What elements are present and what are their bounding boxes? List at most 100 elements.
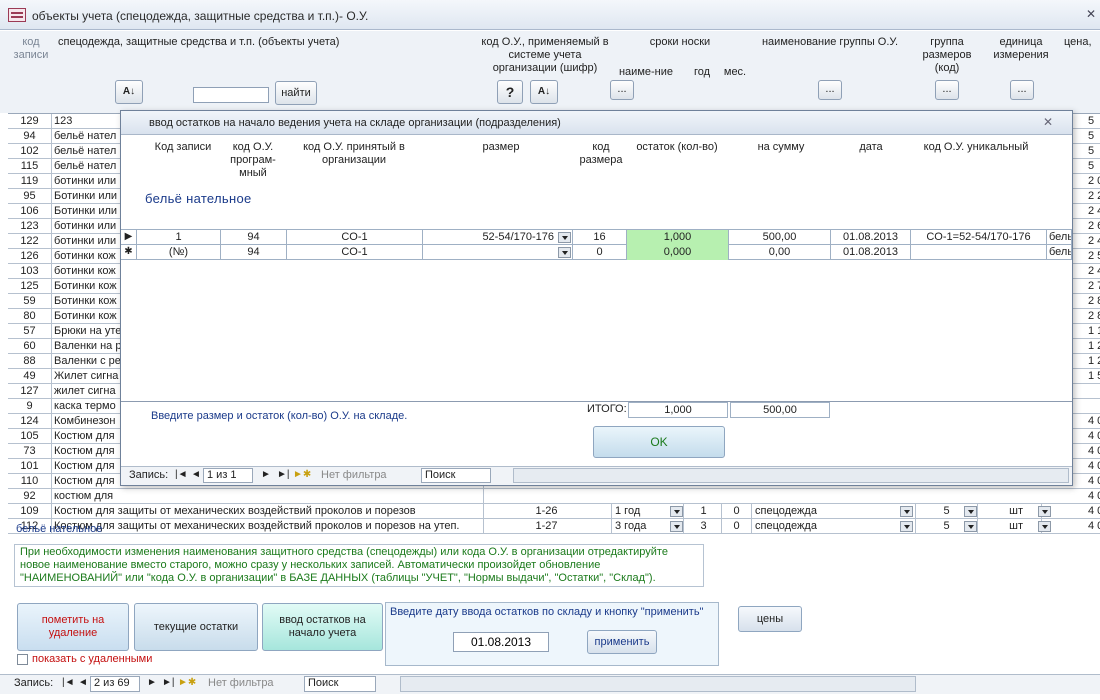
help-icon[interactable]: ? [497,80,523,104]
row-group[interactable]: спецодежда [752,504,916,518]
cell-date[interactable]: 01.08.2013 [831,230,911,245]
size-dropdown-icon[interactable] [558,247,571,258]
cell-size[interactable] [423,245,573,260]
row-org-code[interactable]: 1-26 [482,504,612,518]
cell-unique-code[interactable] [911,245,1047,260]
nav-filter[interactable]: Нет фильтра [208,677,274,689]
dialog-nav-position[interactable]: 1 из 1 [203,468,253,483]
row-year[interactable]: 1 [686,504,722,518]
row-month[interactable]: 0 [722,519,752,533]
row-unit[interactable]: шт [978,504,1042,518]
nav-prev-icon[interactable]: ◄ [78,677,88,688]
cell-org-code[interactable]: CO-1 [287,230,423,245]
window-titlebar: объекты учета (спецодежда, защитные сред… [0,0,1100,30]
nav-position[interactable]: 2 из 69 [90,676,140,692]
cell-extra[interactable]: бель [1047,230,1072,245]
table-row[interactable]: 109 Костюм для защиты от механических воз… [8,504,1100,519]
cell-size-code[interactable]: 16 [573,230,627,245]
dialog-nav-filter[interactable]: Нет фильтра [321,469,387,481]
search-input[interactable] [193,87,269,103]
dialog-close-icon[interactable]: ✕ [1043,115,1053,129]
dialog-nav-search[interactable]: Поиск [421,468,491,483]
row-code: 103 [8,264,52,278]
unit-dots-button[interactable]: ... [1010,80,1034,100]
row-pointer-icon[interactable]: ▶ [121,230,137,245]
dialog-col-sum: на сумму [757,141,805,153]
cell-sum[interactable]: 500,00 [729,230,831,245]
unit-dropdown-icon[interactable] [1038,506,1051,517]
row-name[interactable]: Костюм для защиты от механических воздей… [54,519,484,533]
row-name[interactable]: костюм для [54,489,484,503]
dialog-row[interactable]: ▶ 1 94 CO-1 52-54/170-176 16 1,000 500,00 01.08.… [121,230,1072,245]
unit-dropdown-icon[interactable] [1038,521,1051,532]
dialog-record-navigator: Запись: |◄ ◄ 1 из 1 ► ►| ►✱ Нет фильтра … [121,466,1072,485]
cell-date[interactable]: 01.08.2013 [831,245,911,260]
dialog-col-unique-code: код О.У. уникальный [923,141,1029,153]
cell-unique-code[interactable]: CO-1=52-54/170-176 [911,230,1047,245]
row-group[interactable]: спецодежда [752,519,916,533]
row-code: 102 [8,144,52,158]
close-icon[interactable]: ✕ [1082,6,1100,22]
date-input[interactable] [453,632,549,652]
row-code: 124 [8,414,52,428]
size-group-dots-button[interactable]: ... [935,80,959,100]
nav-first-icon[interactable]: |◄ [62,677,75,688]
cell-org-code[interactable]: CO-1 [287,245,423,260]
show-deleted-checkbox[interactable] [17,654,28,665]
group-dropdown-icon[interactable] [900,521,913,532]
dialog-nav-last-icon[interactable]: ►| [277,469,290,480]
sort-az-icon[interactable]: A↓ [115,80,143,104]
row-code: 9 [8,399,52,413]
cell-size[interactable]: 52-54/170-176 [423,230,573,245]
cell-size-code[interactable]: 0 [573,245,627,260]
nav-next-icon[interactable]: ► [147,677,157,688]
size-dropdown-icon[interactable] [558,232,571,243]
cell-balance[interactable]: 1,000 [627,230,729,245]
row-org-code[interactable]: 1-27 [482,519,612,533]
current-balances-button[interactable]: текущие остатки [134,603,258,651]
cell-balance[interactable]: 0,000 [627,245,729,260]
dialog-nav-prev-icon[interactable]: ◄ [191,469,201,480]
row-price: 2 0 [1088,175,1100,187]
row-unit[interactable]: шт [978,519,1042,533]
row-price: 5 [1088,145,1095,157]
sort-org-code-icon[interactable]: A↓ [530,80,558,104]
cell-prog-code[interactable]: 94 [221,245,287,260]
row-name[interactable]: Костюм для защиты от механических воздей… [54,504,484,518]
cell-code[interactable]: (№) [137,245,221,260]
term-dropdown-icon[interactable] [670,521,683,532]
prices-button[interactable]: цены [738,606,802,632]
find-button[interactable]: найти [275,81,317,105]
table-row[interactable]: 112 Костюм для защиты от механических воз… [8,519,1100,534]
apply-button[interactable]: применить [587,630,657,654]
table-row[interactable]: 92костюм для 4 0 [8,489,1100,504]
size-group-dropdown-icon[interactable] [964,521,977,532]
row-year[interactable]: 3 [686,519,722,533]
term-dropdown-icon[interactable] [670,506,683,517]
mark-deleted-button[interactable]: пометить на удаление [17,603,129,651]
size-group-dropdown-icon[interactable] [964,506,977,517]
group-dots-button[interactable]: ... [818,80,842,100]
cell-extra[interactable]: бель [1047,245,1072,260]
dialog-row[interactable]: ✱ (№) 94 CO-1 0 0,000 0,00 01.08.2013 бель [121,245,1072,260]
group-dropdown-icon[interactable] [900,506,913,517]
dialog-nav-new-icon[interactable]: ►✱ [293,469,311,480]
dialog-hscrollbar[interactable] [513,468,1069,483]
new-row-icon[interactable]: ✱ [121,245,137,260]
row-code: 122 [8,234,52,248]
nav-new-icon[interactable]: ►✱ [178,677,196,688]
row-code: 73 [8,444,52,458]
cell-sum[interactable]: 0,00 [729,245,831,260]
dialog-nav-first-icon[interactable]: |◄ [175,469,188,480]
nav-last-icon[interactable]: ►| [162,677,175,688]
dialog-nav-next-icon[interactable]: ► [261,469,271,480]
cell-code[interactable]: 1 [137,230,221,245]
row-month[interactable]: 0 [722,504,752,518]
input-balances-button[interactable]: ввод остатков на начало учета [262,603,383,651]
nav-search[interactable]: Поиск [304,676,376,692]
main-hscrollbar[interactable] [400,676,916,692]
cell-prog-code[interactable]: 94 [221,230,287,245]
ok-button[interactable]: OK [593,426,725,458]
terms-dots-button[interactable]: ... [610,80,634,100]
row-price: 4 0 [1088,505,1100,517]
